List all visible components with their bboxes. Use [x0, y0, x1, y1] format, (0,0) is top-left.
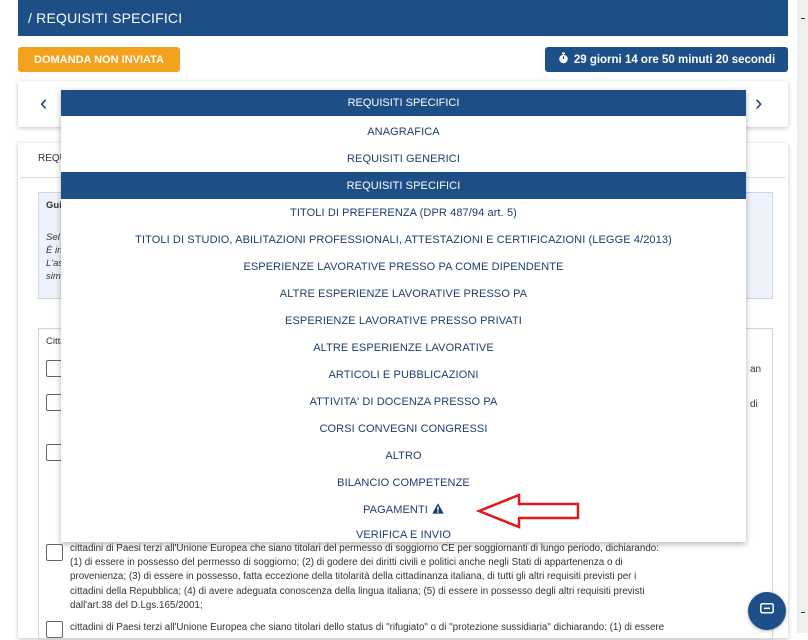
menu-item-anagrafica[interactable]: ANAGRAFICA: [61, 118, 746, 145]
citizenship-checkbox[interactable]: [46, 621, 63, 638]
option-text-line: provenienza; (3) di essere in possesso, …: [70, 571, 637, 583]
menu-item-label: REQUISITI GENERICI: [346, 152, 461, 165]
annotation-arrow: [476, 493, 580, 529]
menu-item-label: CORSI CONVEGNI CONGRESSI: [319, 422, 488, 435]
menu-item-titoli-studio[interactable]: TITOLI DI STUDIO, ABILITAZIONI PROFESSIO…: [61, 226, 746, 253]
menu-item-label: ARTICOLI E PUBBLICAZIONI: [328, 368, 479, 381]
prev-section-button[interactable]: ‹: [40, 89, 47, 117]
option-text-line: dall'art.38 del D.Lgs.165/2001;: [70, 599, 203, 611]
menu-item-label: PAGAMENTI: [363, 503, 428, 516]
page-header: / REQUISITI SPECIFICI: [18, 0, 788, 36]
countdown-timer[interactable]: 29 giorni 14 ore 50 minuti 20 secondi: [545, 47, 788, 72]
option-text-line: (1) di essere in possesso del permesso d…: [70, 557, 623, 569]
menu-item-verifica-invio[interactable]: VERIFICA E INVIO: [61, 521, 746, 548]
chat-icon: [760, 602, 774, 620]
page-scrollbar[interactable]: [797, 0, 808, 633]
menu-item-altro[interactable]: ALTRO: [61, 442, 746, 469]
menu-item-label: ANAGRAFICA: [367, 125, 440, 138]
next-section-button[interactable]: ›: [755, 89, 762, 117]
menu-item-esperienze-pa-dipendente[interactable]: ESPERIENZE LAVORATIVE PRESSO PA COME DIP…: [61, 253, 746, 280]
stopwatch-icon: [558, 52, 569, 67]
menu-item-label: ESPERIENZE LAVORATIVE PRESSO PRIVATI: [285, 314, 522, 327]
menu-item-altre-esperienze-pa[interactable]: ALTRE ESPERIENZE LAVORATIVE PRESSO PA: [61, 280, 746, 307]
menu-item-requisiti-specifici[interactable]: REQUISITI SPECIFICI: [61, 172, 746, 199]
menu-item-docenza-pa[interactable]: ATTIVITA' DI DOCENZA PRESSO PA: [61, 388, 746, 415]
menu-item-bilancio-competenze[interactable]: BILANCIO COMPETENZE: [61, 469, 746, 496]
menu-item-label: ALTRE ESPERIENZE LAVORATIVE PRESSO PA: [279, 287, 528, 300]
guide-title: Gui: [46, 200, 62, 211]
menu-item-requisiti-generici[interactable]: REQUISITI GENERICI: [61, 145, 746, 172]
scrollbar-down-mark: [801, 612, 805, 613]
section-select-value: REQUISITI SPECIFICI: [347, 97, 460, 109]
option-text-refugee: cittadini di Paesi terzi all'Unione Euro…: [70, 622, 665, 633]
chat-button[interactable]: [748, 592, 786, 630]
page-title: / REQUISITI SPECIFICI: [28, 10, 183, 26]
menu-item-articoli-pubblicazioni[interactable]: ARTICOLI E PUBBLICAZIONI: [61, 361, 746, 388]
option-text-eu-resident: cittadini di Paesi terzi all'Unione Euro…: [70, 542, 770, 613]
guide-line: sim: [46, 271, 61, 282]
menu-item-label: BILANCIO COMPETENZE: [337, 476, 470, 489]
warning-icon: [432, 502, 444, 517]
countdown-label: 29 giorni 14 ore 50 minuti 20 secondi: [573, 53, 776, 66]
status-badge[interactable]: DOMANDA NON INVIATA: [18, 47, 180, 72]
menu-item-altre-esperienze[interactable]: ALTRE ESPERIENZE LAVORATIVE: [61, 334, 746, 361]
option-text-line: cittadini della Repubblica; (4) di avere…: [70, 585, 645, 597]
menu-item-label: VERIFICA E INVIO: [355, 528, 452, 541]
menu-item-label: ATTIVITA' DI DOCENZA PRESSO PA: [309, 395, 498, 408]
menu-item-label: REQUISITI SPECIFICI: [346, 179, 461, 192]
guide-line: È in: [46, 245, 63, 256]
menu-item-esperienze-privati[interactable]: ESPERIENZE LAVORATIVE PRESSO PRIVATI: [61, 307, 746, 334]
menu-item-label: TITOLI DI PREFERENZA (DPR 487/94 art. 5): [290, 206, 517, 219]
menu-item-corsi-convegni[interactable]: CORSI CONVEGNI CONGRESSI: [61, 415, 746, 442]
menu-item-label: ESPERIENZE LAVORATIVE PRESSO PA COME DIP…: [243, 260, 564, 273]
option-text-fragment: an: [750, 364, 762, 375]
section-select[interactable]: REQUISITI SPECIFICI: [61, 90, 746, 116]
menu-item-label: ALTRO: [385, 449, 422, 462]
scrollbar-up-mark: [801, 18, 805, 19]
status-label: DOMANDA NON INVIATA: [34, 53, 164, 66]
menu-item-pagamenti[interactable]: PAGAMENTI: [61, 496, 746, 523]
guide-line: Sel: [46, 232, 60, 243]
menu-item-label: TITOLI DI STUDIO, ABILITAZIONI PROFESSIO…: [135, 233, 672, 246]
menu-item-label: ALTRE ESPERIENZE LAVORATIVE: [313, 341, 494, 354]
menu-item-titoli-preferenza[interactable]: TITOLI DI PREFERENZA (DPR 487/94 art. 5): [61, 199, 746, 226]
option-text-fragment: di: [750, 399, 758, 410]
